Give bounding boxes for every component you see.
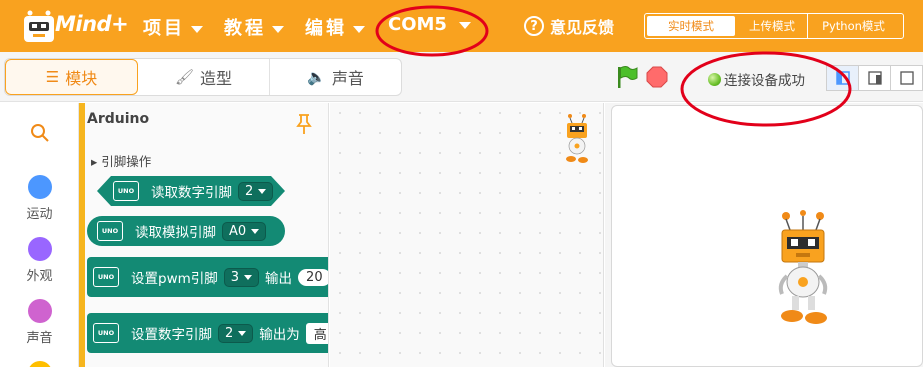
category-looks[interactable]: 外观 (0, 237, 79, 284)
chevron-down-icon (238, 330, 247, 336)
uno-board-icon: UNO (93, 323, 119, 343)
category-motion[interactable]: 运动 (0, 175, 79, 222)
pin-dropdown[interactable]: 2 (218, 323, 254, 343)
feedback-button[interactable]: ? 意见反馈 (524, 14, 614, 38)
category-looks-label: 外观 (26, 269, 53, 284)
block-label: 读取模拟引脚 (135, 225, 216, 241)
tab-blocks[interactable]: ☰ 模块 (5, 59, 138, 95)
palette-title: Arduino (87, 111, 150, 127)
tab-blocks-label: 模块 (65, 69, 98, 88)
brush-icon: 🖌 (174, 68, 195, 86)
chevron-down-icon (353, 25, 365, 33)
tab-costumes[interactable]: 🖌 造型 (138, 59, 270, 95)
stop-icon[interactable] (646, 66, 668, 88)
motion-circle-icon (27, 175, 52, 199)
red-annotation-circle-status (680, 51, 852, 127)
speaker-icon: 🔈 (307, 68, 326, 86)
menu-tutorial-label: 教程 (224, 18, 266, 39)
layout-full-icon (899, 71, 914, 85)
pin-dropdown-value: A0 (229, 223, 247, 239)
pin-icon[interactable] (295, 113, 313, 135)
script-workspace[interactable] (330, 103, 604, 367)
menu-project-label: 项目 (143, 18, 185, 39)
logo-text: Mind+ (55, 12, 129, 36)
block-label: 读取数字引脚 (151, 185, 232, 201)
sprite-robot-icon[interactable] (772, 210, 836, 326)
blocks-icon: ☰ (45, 68, 60, 86)
menu-tutorial[interactable]: 教程 (224, 14, 284, 40)
pin-dropdown-value: 2 (225, 325, 234, 341)
pwm-value-input[interactable]: 20 (298, 268, 328, 286)
level-dropdown[interactable]: 高 (305, 322, 328, 344)
sound-circle-icon (27, 299, 52, 323)
stage-canvas[interactable] (611, 105, 923, 367)
green-flag-icon[interactable] (616, 65, 638, 89)
block-read-analog-pin[interactable]: UNO 读取模拟引脚 A0 (87, 216, 285, 246)
search-icon[interactable] (30, 123, 50, 143)
layout-full-stage-button[interactable] (891, 66, 923, 90)
chevron-down-icon (191, 25, 203, 33)
tab-sounds-label: 声音 (331, 69, 364, 88)
mode-realtime[interactable]: 实时模式 (647, 16, 735, 36)
sprite-robot-icon (566, 114, 588, 163)
pin-dropdown-value: 2 (245, 183, 254, 199)
tab-sounds[interactable]: 🔈 声音 (270, 59, 401, 95)
block-set-pwm-pin[interactable]: UNO 设置pwm引脚 3 输出 20 (87, 257, 328, 297)
tab-costumes-label: 造型 (200, 69, 233, 88)
menu-project[interactable]: 项目 (143, 14, 203, 40)
editor-tabs: ☰ 模块 🖌 造型 🔈 声音 (4, 58, 402, 96)
palette-group-label: 引脚操作 (101, 154, 152, 169)
pin-dropdown[interactable]: A0 (222, 221, 267, 241)
pin-dropdown[interactable]: 2 (238, 182, 273, 201)
chevron-down-icon (258, 189, 266, 194)
category-sound-label: 声音 (26, 331, 53, 346)
block-label: 设置数字引脚 (131, 327, 212, 343)
question-icon: ? (524, 16, 544, 36)
block-label: 设置pwm引脚 (131, 271, 218, 287)
chevron-down-icon (251, 228, 260, 234)
category-motion-label: 运动 (26, 207, 53, 222)
pin-dropdown-value: 3 (230, 269, 240, 285)
chevron-down-icon (244, 274, 253, 280)
stage-panel (605, 103, 923, 367)
palette-group-pin-ops[interactable]: ▸ 引脚操作 (91, 151, 151, 170)
category-sidebar: 运动 外观 声音 (0, 103, 79, 367)
events-circle-icon[interactable] (28, 361, 52, 367)
block-palette: Arduino ▸ 引脚操作 UNO 读取数字引脚 2 UNO 读取模拟引脚 A… (85, 103, 329, 367)
menu-edit[interactable]: 编辑 (305, 14, 365, 40)
feedback-label: 意见反馈 (550, 18, 615, 37)
block-label-output: 输出 (265, 271, 293, 287)
uno-board-icon: UNO (93, 267, 119, 287)
uno-board-icon: UNO (97, 221, 123, 241)
looks-circle-icon (27, 237, 52, 261)
block-read-digital-pin[interactable]: UNO 读取数字引脚 2 (97, 176, 285, 206)
layout-normal-stage-button[interactable] (859, 66, 891, 90)
uno-board-icon: UNO (113, 181, 139, 201)
block-set-digital-pin[interactable]: UNO 设置数字引脚 2 输出为 高 (87, 313, 328, 353)
menu-edit-label: 编辑 (305, 18, 347, 39)
mode-switch: 实时模式 上传模式 Python模式 (644, 13, 904, 39)
red-annotation-circle-port (375, 5, 489, 57)
chevron-down-icon (272, 25, 284, 33)
block-label-output-as: 输出为 (259, 327, 300, 343)
mode-upload[interactable]: 上传模式 (737, 14, 807, 38)
category-sound[interactable]: 声音 (0, 299, 79, 346)
layout-normal-icon (867, 71, 882, 85)
mode-python[interactable]: Python模式 (807, 14, 899, 38)
pin-dropdown[interactable]: 3 (223, 267, 260, 287)
